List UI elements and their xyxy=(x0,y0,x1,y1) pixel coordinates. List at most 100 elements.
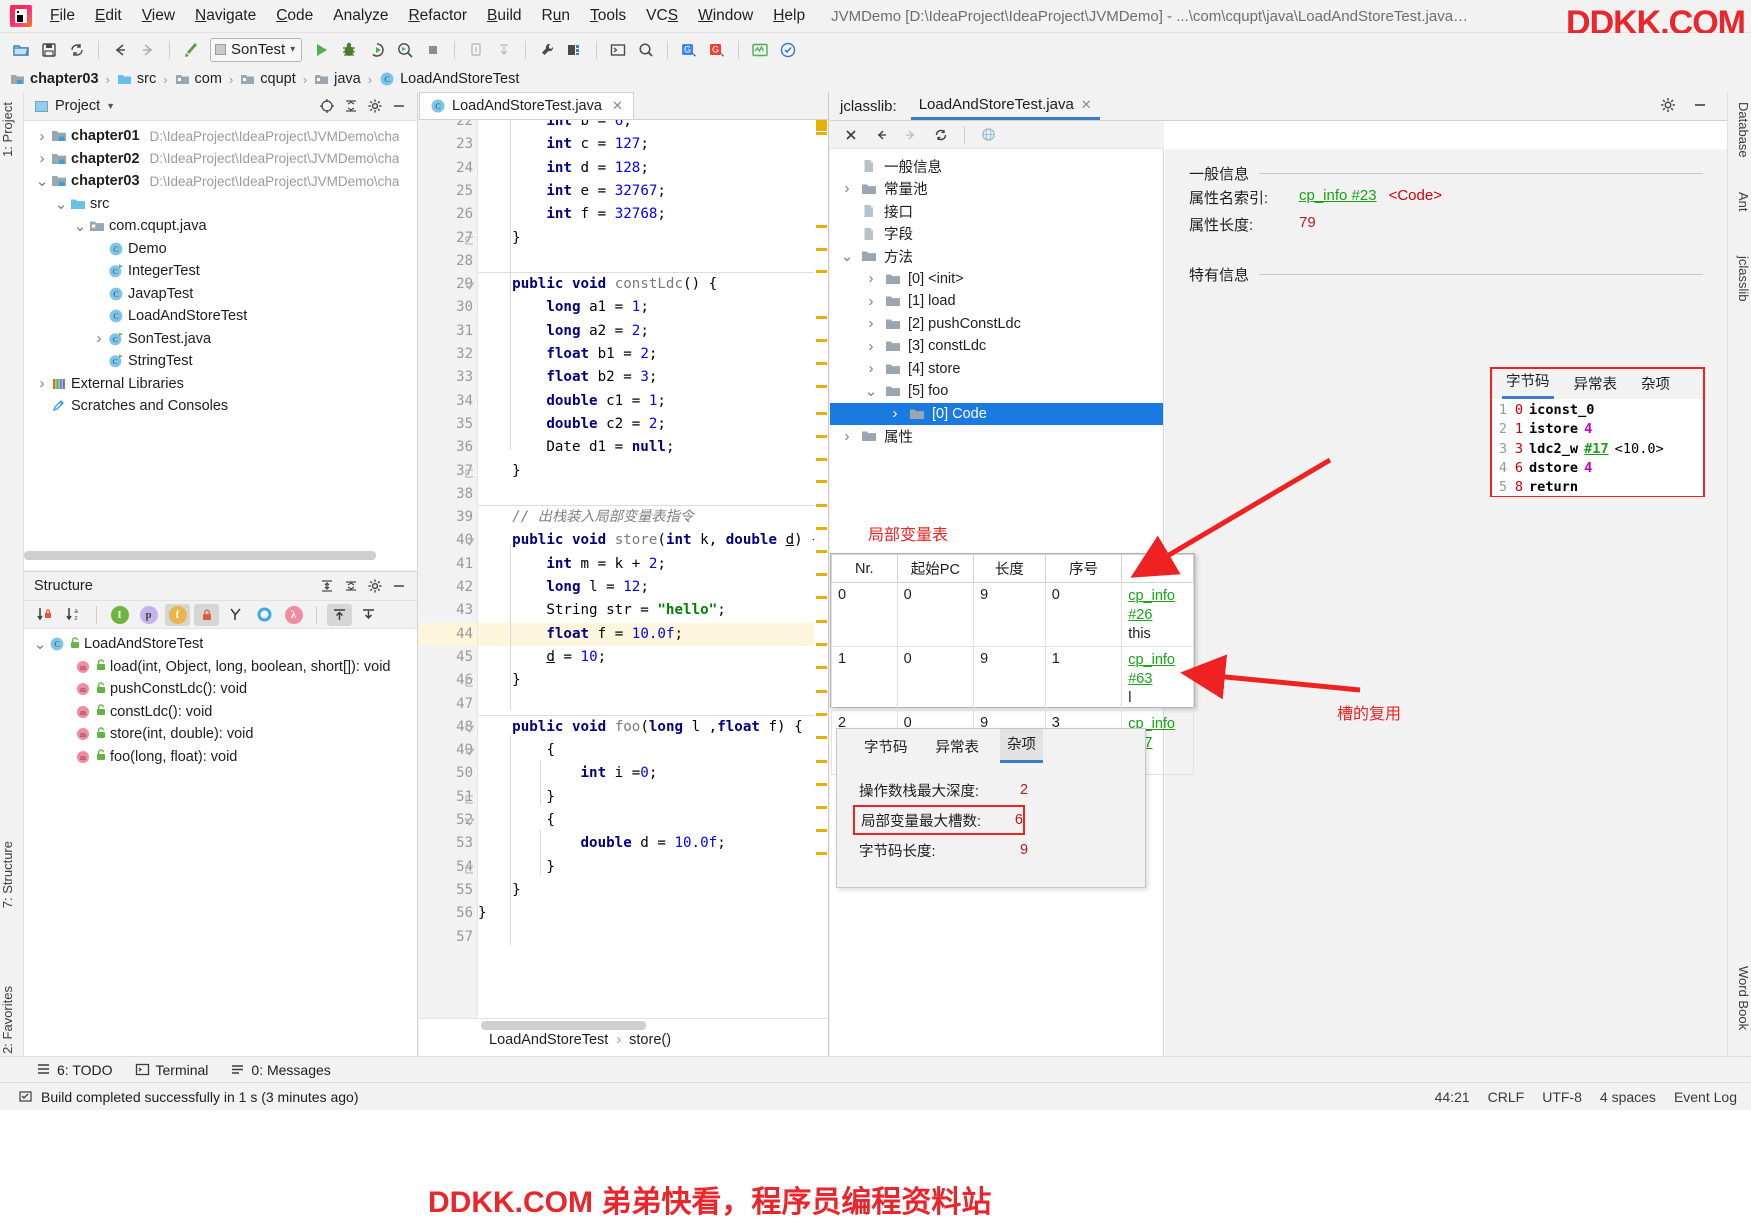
close-icon[interactable]: ✕ xyxy=(1081,97,1092,113)
build-icon[interactable] xyxy=(178,38,204,62)
chevron-right-icon[interactable]: › xyxy=(860,315,882,332)
monitor-icon[interactable] xyxy=(747,38,773,62)
attr-name-index-link[interactable]: cp_info #23 xyxy=(1299,187,1377,208)
lv-column-header[interactable]: Nr. xyxy=(831,554,898,583)
chevron-right-icon[interactable]: › xyxy=(836,180,858,197)
structure-tree-item[interactable]: m foo(long, float): void xyxy=(24,746,417,769)
lv-cp-link[interactable]: cp_info #26 xyxy=(1128,587,1175,625)
project-tree-item[interactable]: C StringTest xyxy=(24,350,417,373)
update-icon[interactable] xyxy=(491,38,517,62)
chevron-right-icon[interactable]: › xyxy=(860,270,882,287)
bytecode-row[interactable]: 3 3 ldc2_w #17 <10.0> xyxy=(1494,440,1703,459)
translate-icon[interactable]: G xyxy=(676,38,702,62)
editor-hscrollbar[interactable] xyxy=(481,1021,646,1030)
project-tree-item[interactable]: › External Libraries xyxy=(24,373,417,396)
fold-end-icon[interactable] xyxy=(464,233,475,245)
minimize-icon[interactable] xyxy=(1691,96,1709,118)
chevron-down-icon[interactable]: ⌄ xyxy=(72,217,88,235)
event-log[interactable]: Event Log xyxy=(1674,1089,1737,1105)
breadcrumb-item-com[interactable]: com xyxy=(175,71,222,87)
chevron-down-icon[interactable]: ⌄ xyxy=(53,195,69,213)
run-icon[interactable] xyxy=(308,38,334,62)
breadcrumb-item-cqupt[interactable]: cqupt xyxy=(240,71,296,87)
collapse-all-icon[interactable] xyxy=(339,575,363,597)
fold-collapse-icon[interactable] xyxy=(464,279,475,291)
project-tree-item[interactable]: ⌄ chapter03 D:\IdeaProject\IdeaProject\JVM… xyxy=(24,170,417,193)
minimize-icon[interactable] xyxy=(387,575,411,597)
bytecode-row[interactable]: 1 0 iconst_0 xyxy=(1494,401,1703,420)
project-tree-item[interactable]: ⌄ com.cqupt.java xyxy=(24,215,417,238)
lv-column-header[interactable]: 起始PC xyxy=(896,554,975,583)
collapse-all-icon[interactable] xyxy=(339,95,363,117)
back-icon[interactable] xyxy=(868,123,894,147)
bytecode-row[interactable]: 2 1 istore 4 xyxy=(1494,420,1703,439)
sidebar-item-favorites[interactable]: 2: Favorites xyxy=(0,982,24,1058)
line-separator[interactable]: CRLF xyxy=(1488,1089,1525,1105)
tab-exception-table[interactable]: 异常表 xyxy=(929,732,987,763)
lv-column-header[interactable]: 长度 xyxy=(973,554,1046,583)
caret-position[interactable]: 44:21 xyxy=(1435,1089,1470,1105)
sidebar-item-project[interactable]: 1: Project xyxy=(0,98,24,161)
menu-navigate[interactable]: Navigate xyxy=(185,3,266,29)
project-hscrollbar[interactable] xyxy=(24,551,394,560)
jclasslib-tree-item[interactable]: › 属性 xyxy=(830,425,1163,448)
chevron-right-icon[interactable]: › xyxy=(34,375,50,392)
autoscroll-from-source-icon[interactable] xyxy=(356,604,381,626)
chevron-right-icon[interactable]: › xyxy=(884,405,906,422)
jclasslib-tree-item[interactable]: 一般信息 xyxy=(830,155,1163,178)
show-interfaces-icon[interactable] xyxy=(252,604,277,626)
show-properties-icon[interactable]: p xyxy=(136,604,161,626)
sidebar-item-ant[interactable]: Ant xyxy=(1727,188,1751,216)
project-tree-item[interactable]: C IntegerTest xyxy=(24,260,417,283)
settings-wrench-icon[interactable] xyxy=(534,38,560,62)
fold-collapse-icon[interactable] xyxy=(464,815,475,826)
forward-icon[interactable] xyxy=(898,123,924,147)
code-area[interactable]: 22 23 24 25 26 27 28 29 30 31 32 33 34 35 36 37 38 39 40 41… xyxy=(419,120,828,1018)
gear-icon[interactable] xyxy=(1659,96,1677,118)
jclasslib-tree-item[interactable]: › [0] <init> xyxy=(830,268,1163,291)
lv-column-header[interactable] xyxy=(1121,554,1194,583)
breadcrumb-item-java[interactable]: java xyxy=(314,71,361,87)
jclasslib-tree-item[interactable]: › [1] load xyxy=(830,290,1163,313)
bytecode-row[interactable]: 4 6 dstore 4 xyxy=(1494,459,1703,478)
table-row[interactable]: 0 0 9 0 cp_info #26 this xyxy=(831,582,1194,647)
project-tree-item[interactable]: C LoadAndStoreTest xyxy=(24,305,417,328)
fold-end-icon[interactable] xyxy=(464,862,475,874)
chevron-right-icon[interactable]: › xyxy=(836,428,858,445)
search-icon[interactable] xyxy=(633,38,659,62)
menu-build[interactable]: Build xyxy=(477,3,531,29)
chevron-right-icon[interactable]: › xyxy=(860,293,882,310)
project-tree-item[interactable]: C JavapTest xyxy=(24,283,417,306)
project-structure-icon[interactable] xyxy=(562,38,588,62)
project-tree-item[interactable]: › chapter02 D:\IdeaProject\IdeaProject\JVM… xyxy=(24,148,417,171)
breadcrumb-item-src[interactable]: src xyxy=(117,71,156,87)
editor-breadcrumb-method[interactable]: store() xyxy=(629,1032,671,1048)
fold-end-icon[interactable] xyxy=(464,792,475,804)
table-row[interactable]: 1 0 9 1 cp_info #63 l xyxy=(831,646,1194,711)
jclasslib-tree-item[interactable]: › [4] store xyxy=(830,358,1163,381)
open-folder-icon[interactable] xyxy=(8,38,34,62)
show-fields-icon[interactable]: f xyxy=(165,603,190,626)
jclasslib-tab[interactable]: LoadAndStoreTest.java ✕ xyxy=(910,92,1100,120)
menu-edit[interactable]: Edit xyxy=(85,3,132,29)
project-panel-title-group[interactable]: Project ▼ xyxy=(34,98,315,114)
breadcrumb-item-chapter03[interactable]: chapter03 xyxy=(10,71,99,87)
menu-run[interactable]: Run xyxy=(532,3,580,29)
menu-code[interactable]: Code xyxy=(266,3,323,29)
menu-refactor[interactable]: Refactor xyxy=(398,3,477,29)
show-anonymous-icon[interactable] xyxy=(223,604,248,626)
translate-alt-icon[interactable]: G xyxy=(704,38,730,62)
chevron-right-icon[interactable]: › xyxy=(860,338,882,355)
fold-collapse-icon[interactable] xyxy=(464,535,475,547)
attach-icon[interactable] xyxy=(463,38,489,62)
local-variable-table[interactable]: Nr. 起始PC 长度 序号 0 0 9 0 cp_info #26 this 1 0 9 1 cp_in… xyxy=(830,553,1195,775)
jclasslib-tree-item[interactable]: ⌄ 方法 xyxy=(830,245,1163,268)
menu-file[interactable]: File xyxy=(40,3,85,29)
fold-collapse-icon[interactable] xyxy=(464,722,475,733)
bytecode-row[interactable]: 5 8 return xyxy=(1494,478,1703,497)
marker-stripe[interactable] xyxy=(814,120,828,1018)
structure-tree-item[interactable]: m constLdc(): void xyxy=(24,701,417,724)
sidebar-item-wordbook[interactable]: Word Book xyxy=(1727,962,1751,1034)
sidebar-item-database[interactable]: Database xyxy=(1727,98,1751,162)
chevron-right-icon[interactable]: › xyxy=(860,360,882,377)
